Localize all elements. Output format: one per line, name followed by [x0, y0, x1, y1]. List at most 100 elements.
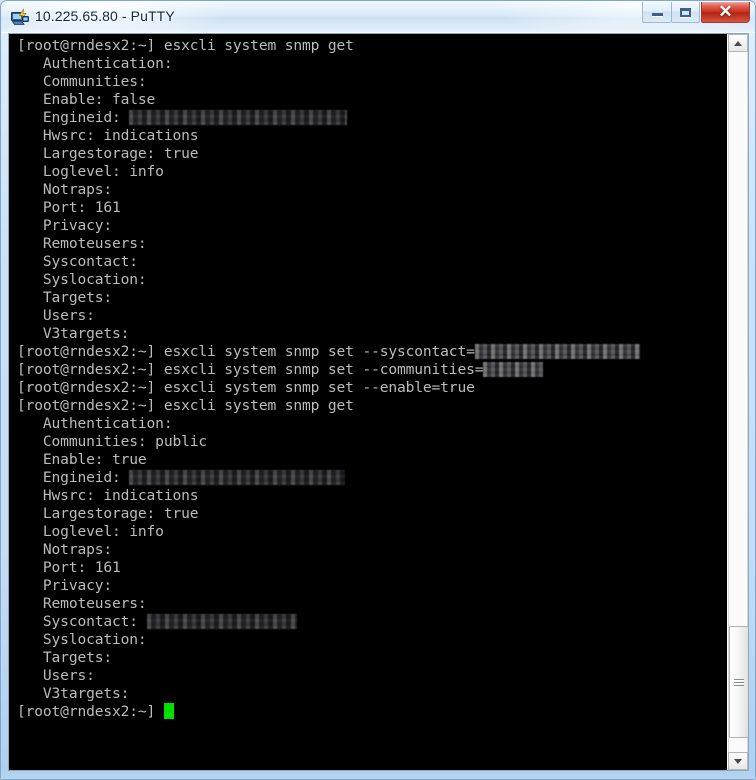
terminal-line-text: Enable: true — [17, 451, 147, 468]
terminal-screen[interactable]: [root@rndesx2:~] esxcli system snmp get … — [9, 34, 727, 770]
terminal-line-text: Port: 161 — [17, 199, 121, 216]
terminal-cursor — [163, 703, 174, 719]
terminal-line: Loglevel: info — [17, 163, 727, 181]
terminal-line: Hwsrc: indications — [17, 487, 727, 505]
terminal-line: Port: 161 — [17, 199, 727, 217]
terminal-line-text: Syslocation: — [17, 271, 147, 288]
terminal-line-text: Targets: — [17, 649, 112, 666]
terminal-line: Privacy: — [17, 217, 727, 235]
window-bottom-frame — [1, 771, 755, 779]
terminal-line-text: Notraps: — [17, 181, 112, 198]
terminal-line-text: Loglevel: info — [17, 523, 164, 540]
scroll-up-arrow-icon — [734, 40, 742, 46]
scrollbar-thumb[interactable] — [729, 626, 748, 738]
terminal-line: Users: — [17, 307, 727, 325]
minimize-button[interactable] — [642, 2, 671, 23]
window-titlebar[interactable]: 10.225.65.80 - PuTTY ✕ — [1, 1, 755, 33]
terminal-line-text: Users: — [17, 667, 95, 684]
terminal-line-text: Authentication: — [17, 55, 173, 72]
terminal-line: V3targets: — [17, 685, 727, 703]
terminal-line-text: Users: — [17, 307, 95, 324]
terminal-line: Communities: public — [17, 433, 727, 451]
terminal-line: Users: — [17, 667, 727, 685]
terminal-line: Hwsrc: indications — [17, 127, 727, 145]
terminal-line: Port: 161 — [17, 559, 727, 577]
terminal-line: Communities: — [17, 73, 727, 91]
terminal-line-text: Largestorage: true — [17, 145, 199, 162]
terminal-line-text: Engineid: — [17, 109, 130, 126]
redacted-value — [483, 362, 544, 377]
terminal-line-text: Remoteusers: — [17, 235, 147, 252]
terminal-line-text: Syscontact: — [17, 613, 147, 630]
redacted-value — [129, 110, 348, 125]
scrollbar-track[interactable] — [728, 52, 748, 752]
terminal-line-text: Targets: — [17, 289, 112, 306]
terminal-line: Targets: — [17, 289, 727, 307]
terminal-line: Targets: — [17, 649, 727, 667]
terminal-line: Enable: false — [17, 91, 727, 109]
redacted-value — [474, 344, 640, 359]
terminal-line: Largestorage: true — [17, 505, 727, 523]
terminal-line-text: V3targets: — [17, 325, 130, 342]
terminal-line: Enable: true — [17, 451, 727, 469]
terminal-line-text: Communities: public — [17, 433, 207, 450]
terminal-line-text: Enable: false — [17, 91, 156, 108]
scroll-down-button[interactable] — [728, 752, 748, 770]
terminal-line-text: Engineid: — [17, 469, 130, 486]
terminal-line: [root@rndesx2:~] esxcli system snmp get — [17, 37, 727, 55]
terminal-line-text: Privacy: — [17, 217, 112, 234]
terminal-line-text: Hwsrc: indications — [17, 127, 199, 144]
minimize-icon — [651, 13, 663, 16]
terminal-line: Loglevel: info — [17, 523, 727, 541]
scroll-up-button[interactable] — [728, 34, 748, 52]
terminal-line: Syslocation: — [17, 271, 727, 289]
terminal-line-text: [root@rndesx2:~] esxcli system snmp get — [17, 397, 354, 414]
close-icon: ✕ — [718, 2, 733, 21]
window-client-area: [root@rndesx2:~] esxcli system snmp get … — [8, 33, 749, 771]
terminal-line-text: Authentication: — [17, 415, 173, 432]
terminal-line-text: [root@rndesx2:~] esxcli system snmp set … — [17, 343, 475, 360]
terminal-line: Syslocation: — [17, 631, 727, 649]
terminal-line: [root@rndesx2:~] esxcli system snmp set … — [17, 379, 727, 397]
terminal-line: Notraps: — [17, 541, 727, 559]
maximize-icon — [680, 7, 691, 17]
terminal-scrollbar[interactable] — [727, 34, 748, 770]
terminal-line: Engineid: — [17, 469, 727, 487]
terminal-line: Remoteusers: — [17, 595, 727, 613]
putty-icon — [11, 8, 29, 25]
terminal-line: Remoteusers: — [17, 235, 727, 253]
maximize-button[interactable] — [671, 2, 700, 23]
window-title: 10.225.65.80 - PuTTY — [35, 8, 175, 24]
terminal-line-text: Loglevel: info — [17, 163, 164, 180]
terminal-line-text: [root@rndesx2:~] esxcli system snmp get — [17, 37, 354, 54]
terminal-line: Authentication: — [17, 415, 727, 433]
terminal-line: Notraps: — [17, 181, 727, 199]
terminal-line-text: [root@rndesx2:~] esxcli system snmp set … — [17, 379, 475, 396]
close-button[interactable]: ✕ — [701, 2, 750, 23]
terminal-line-text: V3targets: — [17, 685, 130, 702]
terminal-line-text: Notraps: — [17, 541, 112, 558]
terminal-line: Authentication: — [17, 55, 727, 73]
terminal-line-text: Largestorage: true — [17, 505, 199, 522]
terminal-line-text: Hwsrc: indications — [17, 487, 199, 504]
terminal-line-text: Remoteusers: — [17, 595, 147, 612]
terminal-line: Engineid: — [17, 109, 727, 127]
terminal-line-text: Syscontact: — [17, 253, 138, 270]
terminal-line: V3targets: — [17, 325, 727, 343]
redacted-value — [129, 470, 346, 485]
terminal-line: Syscontact: — [17, 613, 727, 631]
terminal-line: [root@rndesx2:~] esxcli system snmp set … — [17, 361, 727, 379]
terminal-line-text: Syslocation: — [17, 631, 147, 648]
terminal-line: Syscontact: — [17, 253, 727, 271]
terminal-line: Largestorage: true — [17, 145, 727, 163]
terminal-line-text: [root@rndesx2:~] — [17, 703, 164, 720]
terminal-line-text: Privacy: — [17, 577, 112, 594]
terminal-line-text: Port: 161 — [17, 559, 121, 576]
terminal-line: Privacy: — [17, 577, 727, 595]
terminal-line: [root@rndesx2:~] esxcli system snmp set … — [17, 343, 727, 361]
terminal-line-text: Communities: — [17, 73, 147, 90]
redacted-value — [146, 614, 297, 629]
terminal-line-text: [root@rndesx2:~] esxcli system snmp set … — [17, 361, 484, 378]
terminal-line: [root@rndesx2:~] esxcli system snmp get — [17, 397, 727, 415]
terminal-line: [root@rndesx2:~] — [17, 703, 727, 721]
